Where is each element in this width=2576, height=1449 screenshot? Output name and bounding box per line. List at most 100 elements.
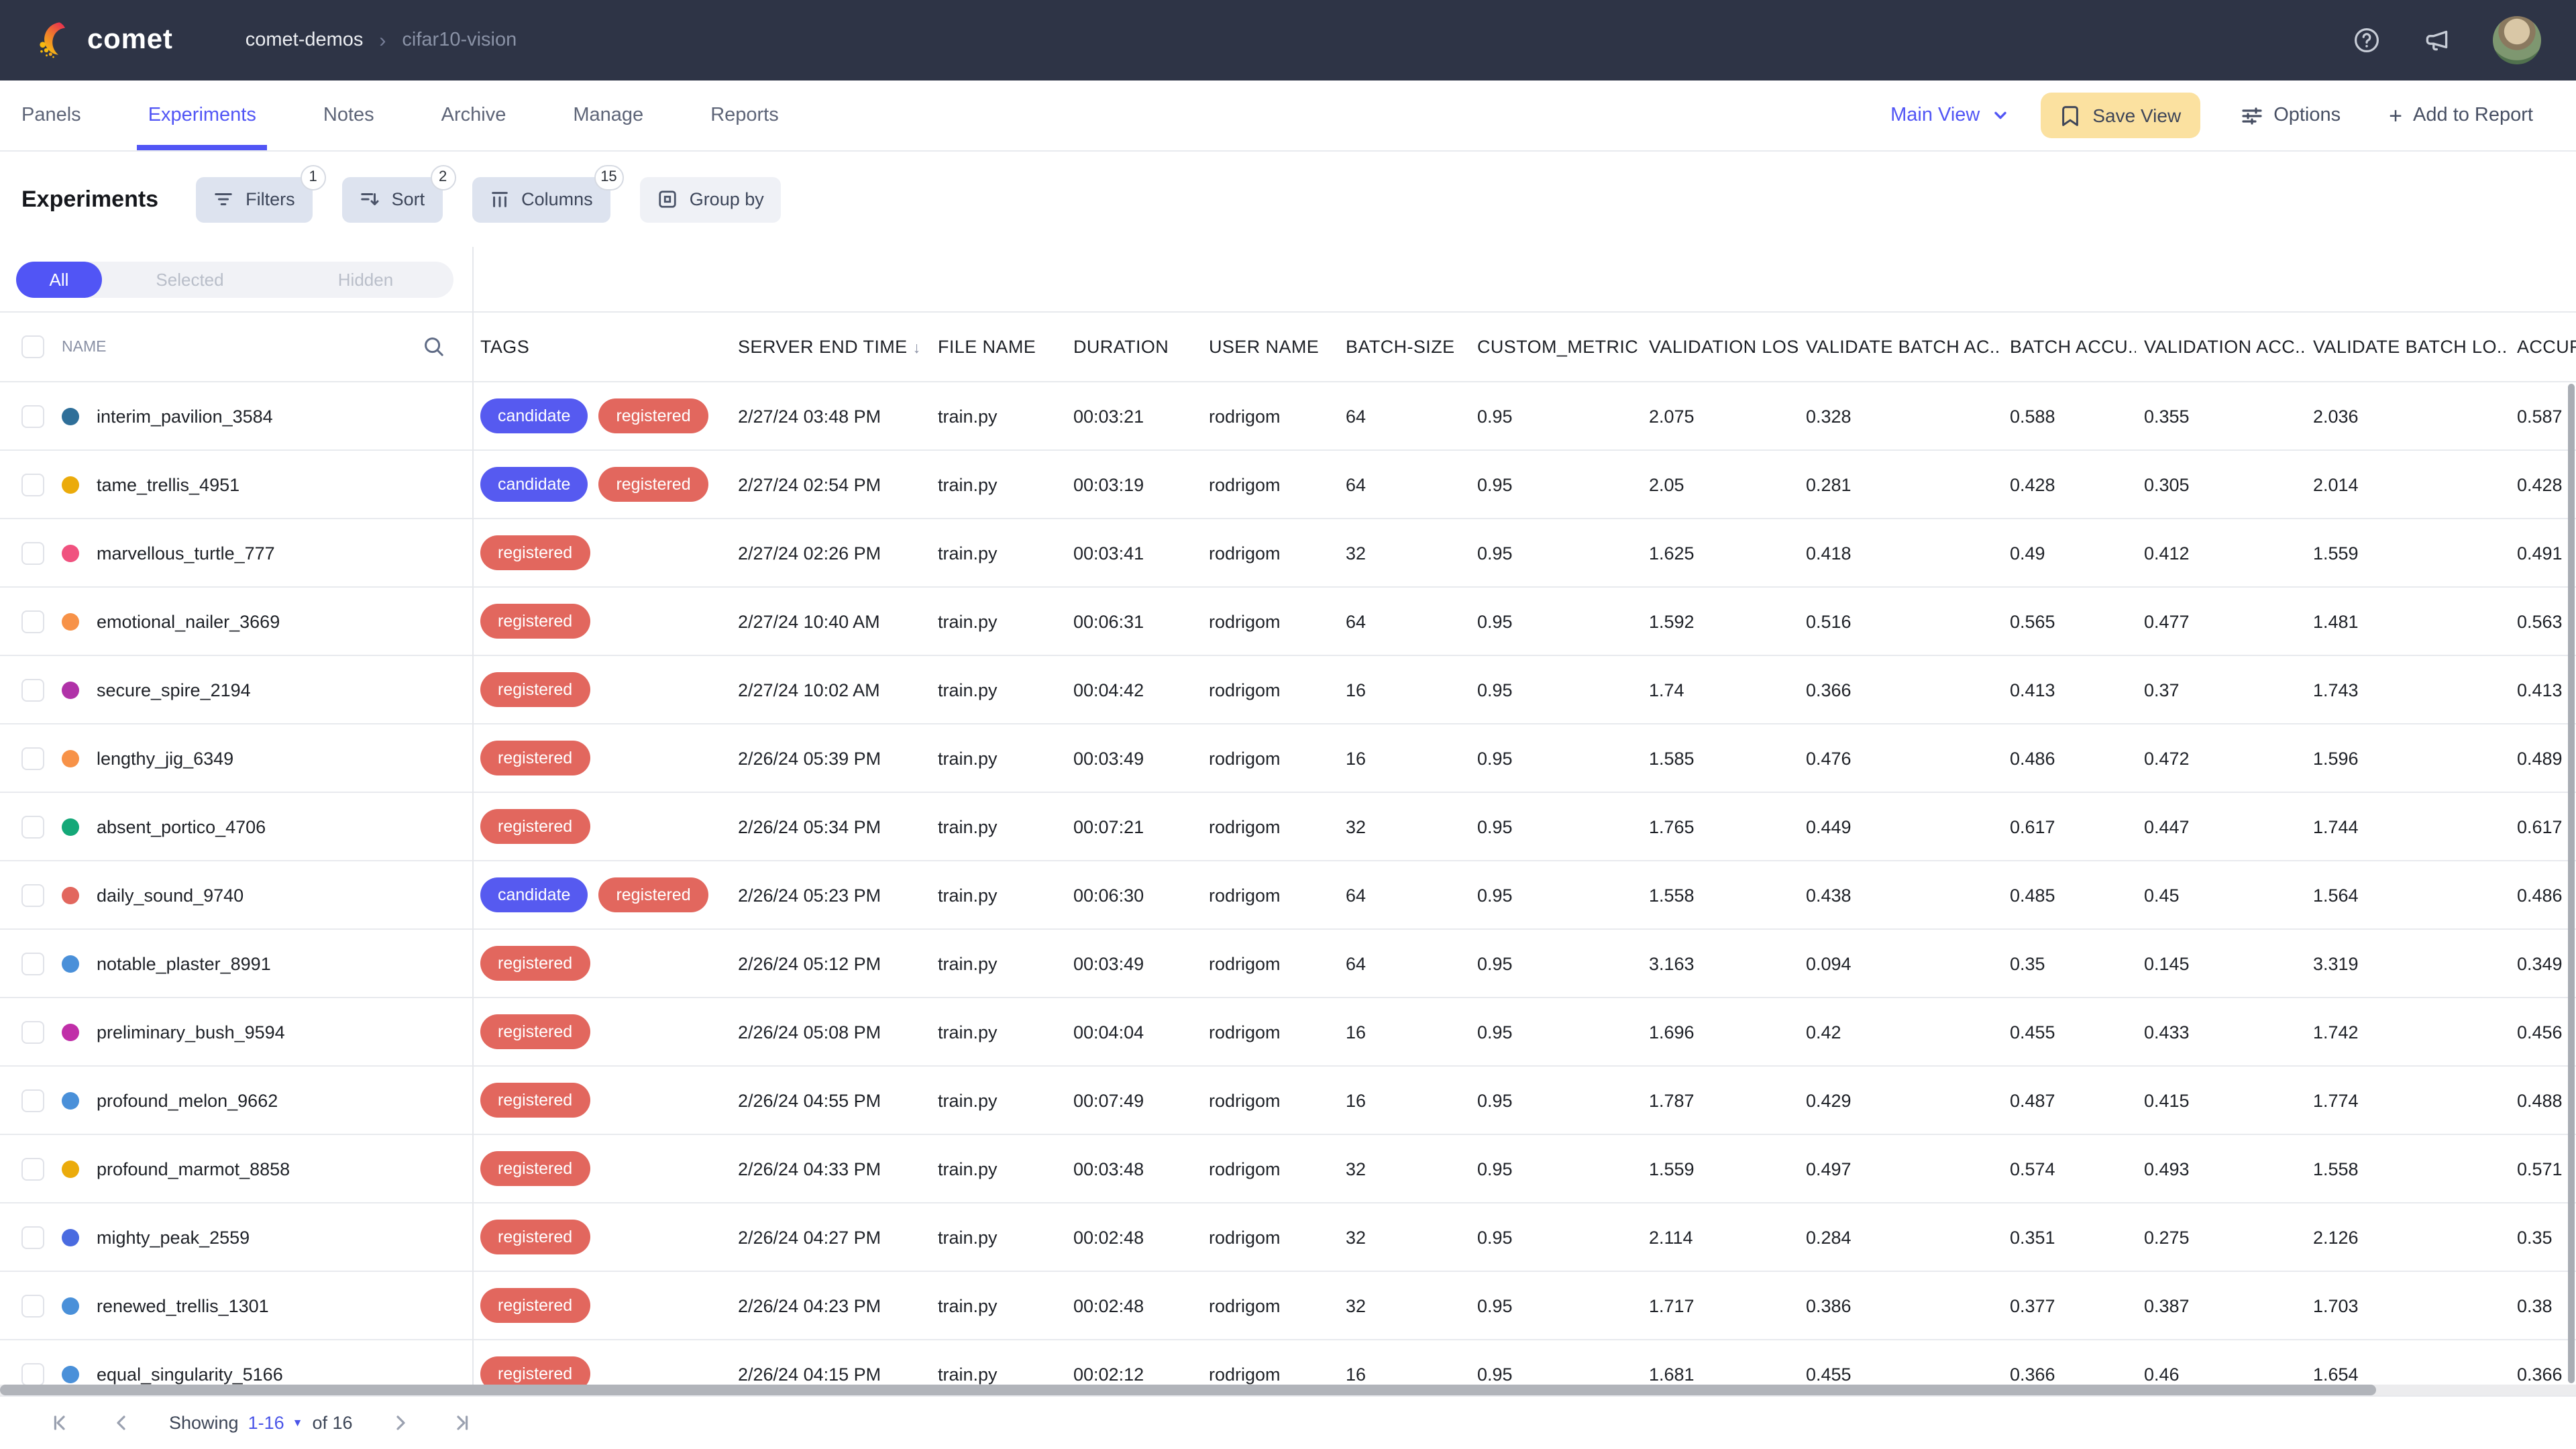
experiment-name[interactable]: daily_sound_9740 xyxy=(97,885,244,905)
row-checkbox[interactable] xyxy=(21,1294,44,1317)
first-page-button[interactable] xyxy=(51,1411,74,1434)
column-header-tags[interactable]: TAGS xyxy=(472,337,730,357)
table-row[interactable]: equal_singularity_5166registered2/26/24 … xyxy=(0,1340,2576,1385)
row-checkbox[interactable] xyxy=(21,405,44,427)
sort-button[interactable]: Sort 2 xyxy=(342,176,443,222)
experiment-name[interactable]: preliminary_bush_9594 xyxy=(97,1022,285,1042)
last-page-button[interactable] xyxy=(448,1411,471,1434)
column-header-validate_batch_ac[interactable]: VALIDATE BATCH AC... xyxy=(1798,337,2002,357)
row-checkbox[interactable] xyxy=(21,747,44,769)
tab-archive[interactable]: Archive xyxy=(441,80,506,150)
horizontal-scrollbar[interactable] xyxy=(0,1385,2376,1395)
segment-selected[interactable]: Selected xyxy=(102,261,278,297)
column-header-custom_metric[interactable]: CUSTOM_METRIC xyxy=(1469,337,1641,357)
column-header-accuracy[interactable]: ACCURA xyxy=(2509,337,2576,357)
tag-pill[interactable]: registered xyxy=(480,1014,590,1049)
table-row[interactable]: lengthy_jig_6349registered2/26/24 05:39 … xyxy=(0,724,2576,793)
table-row[interactable]: profound_marmot_8858registered2/26/24 04… xyxy=(0,1135,2576,1203)
table-row[interactable]: secure_spire_2194registered2/27/24 10:02… xyxy=(0,656,2576,724)
experiment-name[interactable]: absent_portico_4706 xyxy=(97,816,266,837)
tab-experiments[interactable]: Experiments xyxy=(148,80,256,150)
tag-pill[interactable]: registered xyxy=(480,1288,590,1323)
tag-pill[interactable]: registered xyxy=(480,946,590,981)
previous-page-button[interactable] xyxy=(110,1411,133,1434)
tag-pill[interactable]: registered xyxy=(480,1356,590,1385)
search-icon[interactable] xyxy=(423,335,445,358)
table-row[interactable]: daily_sound_9740candidateregistered2/26/… xyxy=(0,861,2576,930)
experiment-name[interactable]: emotional_nailer_3669 xyxy=(97,611,280,631)
experiment-name[interactable]: profound_marmot_8858 xyxy=(97,1159,290,1179)
tag-pill[interactable]: registered xyxy=(480,672,590,707)
add-to-report-button[interactable]: + Add to Report xyxy=(2381,103,2541,128)
experiment-name[interactable]: renewed_trellis_1301 xyxy=(97,1295,269,1316)
tag-pill[interactable]: registered xyxy=(480,1151,590,1186)
tag-pill[interactable]: registered xyxy=(598,398,708,433)
column-header-batch_size[interactable]: BATCH-SIZE xyxy=(1338,337,1469,357)
segment-hidden[interactable]: Hidden xyxy=(278,261,453,297)
table-row[interactable]: absent_portico_4706registered2/26/24 05:… xyxy=(0,793,2576,861)
row-checkbox[interactable] xyxy=(21,815,44,838)
select-all-checkbox[interactable] xyxy=(21,335,44,358)
tag-pill[interactable]: candidate xyxy=(480,398,588,433)
tag-pill[interactable]: registered xyxy=(480,1083,590,1118)
save-view-button[interactable]: Save View xyxy=(2040,93,2200,138)
column-header-server_end_time[interactable]: SERVER END TIME↓ xyxy=(730,337,930,357)
tab-notes[interactable]: Notes xyxy=(323,80,374,150)
table-row[interactable]: tame_trellis_4951candidateregistered2/27… xyxy=(0,451,2576,519)
table-row[interactable]: renewed_trellis_1301registered2/26/24 04… xyxy=(0,1272,2576,1340)
comet-logo[interactable]: comet xyxy=(35,20,173,60)
table-row[interactable]: preliminary_bush_9594registered2/26/24 0… xyxy=(0,998,2576,1067)
tag-pill[interactable]: registered xyxy=(480,809,590,844)
next-page-button[interactable] xyxy=(389,1411,412,1434)
row-checkbox[interactable] xyxy=(21,678,44,701)
row-checkbox[interactable] xyxy=(21,473,44,496)
tag-pill[interactable]: registered xyxy=(598,877,708,912)
column-header-batch_accu[interactable]: BATCH ACCU... xyxy=(2002,337,2136,357)
column-header-duration[interactable]: DURATION xyxy=(1065,337,1201,357)
experiment-name[interactable]: profound_melon_9662 xyxy=(97,1090,278,1110)
row-checkbox[interactable] xyxy=(21,1362,44,1385)
table-row[interactable]: emotional_nailer_3669registered2/27/24 1… xyxy=(0,588,2576,656)
page-range-dropdown[interactable]: 1-16 ▼ xyxy=(248,1413,303,1433)
table-row[interactable]: mighty_peak_2559registered2/26/24 04:27 … xyxy=(0,1203,2576,1272)
row-checkbox[interactable] xyxy=(21,541,44,564)
tag-pill[interactable]: registered xyxy=(480,1220,590,1254)
tab-reports[interactable]: Reports xyxy=(710,80,779,150)
name-header-label[interactable]: NAME xyxy=(62,339,106,355)
view-selector[interactable]: Main View xyxy=(1890,105,2008,126)
experiment-name[interactable]: mighty_peak_2559 xyxy=(97,1227,250,1247)
column-header-validate_batch_lo[interactable]: VALIDATE BATCH LO... xyxy=(2305,337,2509,357)
group-by-button[interactable]: Group by xyxy=(640,176,782,222)
breadcrumb-workspace[interactable]: comet-demos xyxy=(246,30,364,51)
columns-button[interactable]: Columns 15 xyxy=(472,176,610,222)
help-icon[interactable] xyxy=(2352,25,2381,55)
experiment-name[interactable]: interim_pavilion_3584 xyxy=(97,406,273,426)
row-checkbox[interactable] xyxy=(21,952,44,975)
tab-panels[interactable]: Panels xyxy=(21,80,81,150)
tag-pill[interactable]: candidate xyxy=(480,877,588,912)
tag-pill[interactable]: registered xyxy=(480,741,590,775)
experiment-name[interactable]: lengthy_jig_6349 xyxy=(97,748,233,768)
tag-pill[interactable]: registered xyxy=(480,604,590,639)
experiment-name[interactable]: equal_singularity_5166 xyxy=(97,1364,283,1384)
table-row[interactable]: profound_melon_9662registered2/26/24 04:… xyxy=(0,1067,2576,1135)
tab-manage[interactable]: Manage xyxy=(573,80,643,150)
experiment-name[interactable]: marvellous_turtle_777 xyxy=(97,543,275,563)
column-header-validation_acc[interactable]: VALIDATION ACC... xyxy=(2136,337,2305,357)
table-row[interactable]: notable_plaster_8991registered2/26/24 05… xyxy=(0,930,2576,998)
table-row[interactable]: interim_pavilion_3584 candidate registered… xyxy=(0,382,2576,451)
megaphone-icon[interactable] xyxy=(2422,25,2453,56)
options-button[interactable]: Options xyxy=(2232,103,2349,128)
filters-button[interactable]: Filters 1 xyxy=(196,176,313,222)
row-checkbox[interactable] xyxy=(21,883,44,906)
experiment-name[interactable]: notable_plaster_8991 xyxy=(97,953,271,973)
row-checkbox[interactable] xyxy=(21,1157,44,1180)
user-avatar[interactable] xyxy=(2493,16,2541,64)
segment-all[interactable]: All xyxy=(16,261,102,297)
tag-pill[interactable]: registered xyxy=(598,467,708,502)
experiment-name[interactable]: tame_trellis_4951 xyxy=(97,474,239,494)
row-checkbox[interactable] xyxy=(21,1020,44,1043)
experiment-name[interactable]: secure_spire_2194 xyxy=(97,680,251,700)
row-checkbox[interactable] xyxy=(21,1089,44,1112)
tag-pill[interactable]: candidate xyxy=(480,467,588,502)
